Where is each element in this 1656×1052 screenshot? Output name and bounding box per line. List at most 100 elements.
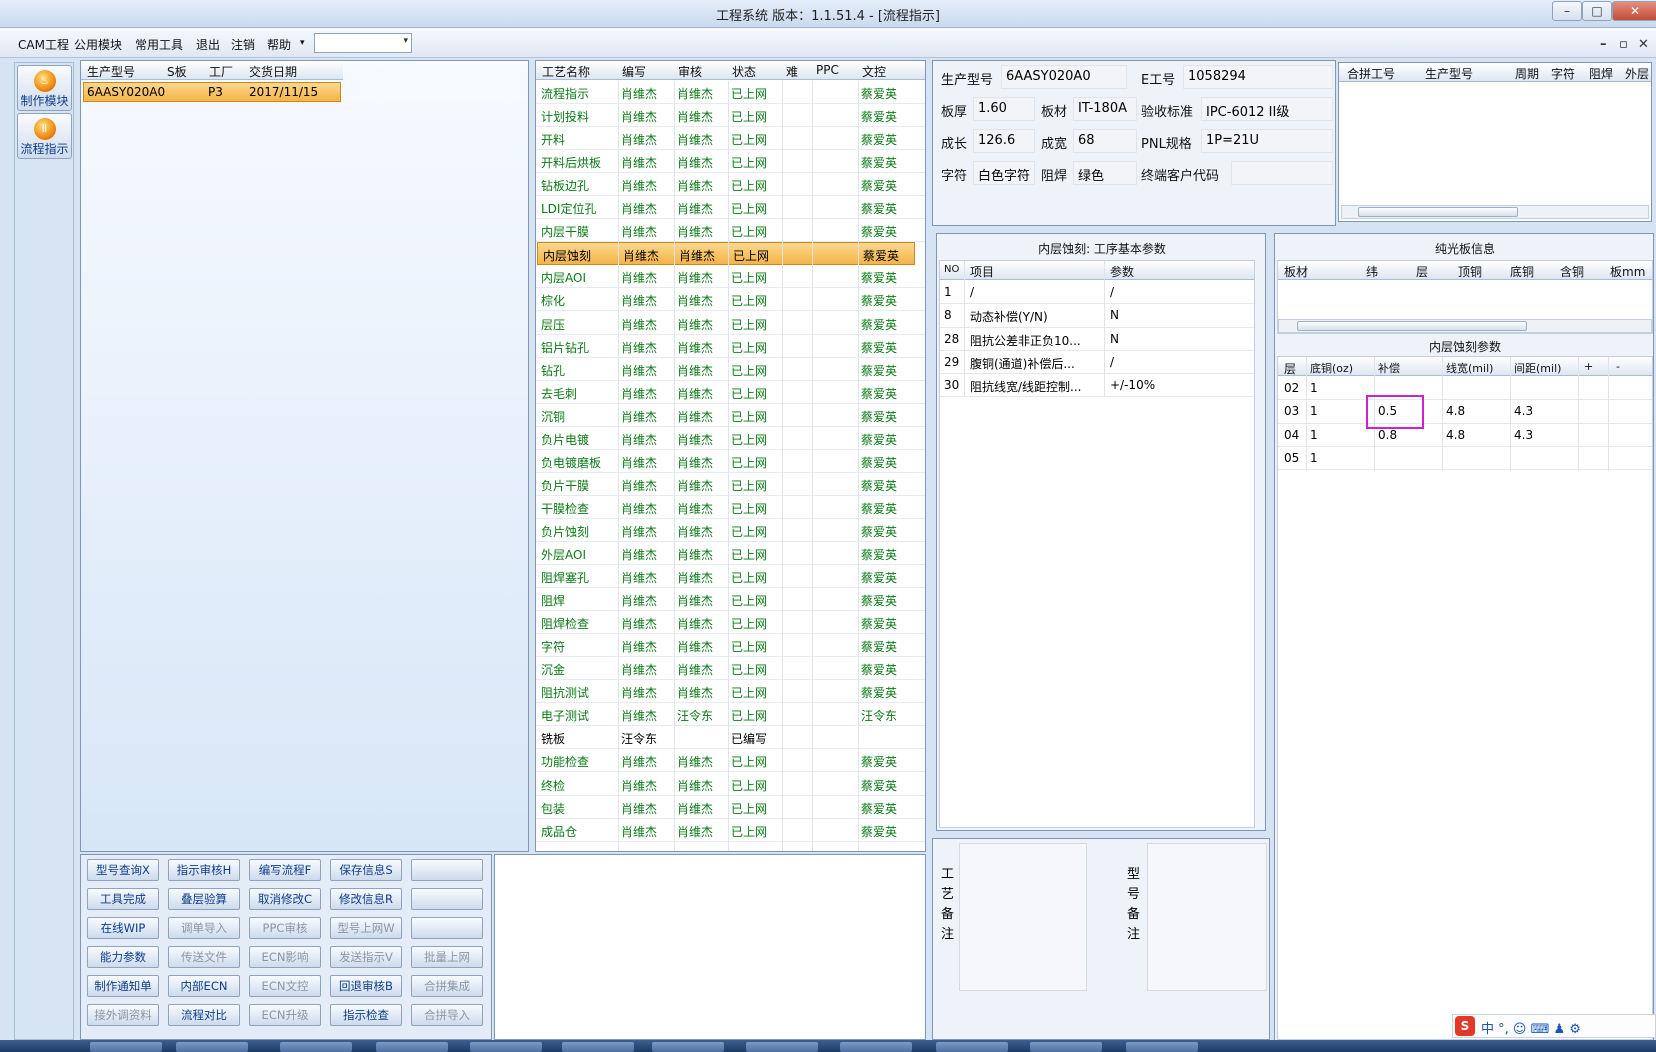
taskbar-item[interactable] <box>470 1042 542 1052</box>
material-field[interactable]: IT-180A <box>1073 97 1137 121</box>
action-button[interactable]: 合拼导入 <box>411 1004 483 1026</box>
table-row[interactable]: 干膜检查 肖维杰 肖维杰 已上网 蔡爱英 <box>536 496 925 519</box>
col-pb-mm[interactable]: 板mm <box>1610 263 1645 280</box>
menu-combo-box[interactable]: ▾ <box>314 33 412 53</box>
maximize-button[interactable]: □ <box>1582 1 1612 21</box>
table-row[interactable]: 钻孔 肖维杰 肖维杰 已上网 蔡爱英 <box>536 358 925 381</box>
taskbar-item[interactable] <box>840 1042 912 1052</box>
table-row[interactable]: 终检 肖维杰 肖维杰 已上网 蔡爱英 <box>536 773 925 796</box>
col-param[interactable]: 参数 <box>1110 263 1134 280</box>
col-etch-plus[interactable]: + <box>1584 360 1593 373</box>
action-button[interactable]: 型号上网W <box>330 917 402 939</box>
table-row[interactable]: 电子测试 肖维杰 汪令东 已上网 汪令东 <box>536 703 925 727</box>
col-merge-model[interactable]: 生产型号 <box>1425 65 1473 82</box>
action-button[interactable] <box>411 859 483 881</box>
col-etch-base-copper[interactable]: 底铜(oz) <box>1310 360 1353 376</box>
chevron-down-icon[interactable]: ▾ <box>403 36 408 46</box>
help-dropdown-icon[interactable]: ▾ <box>300 38 305 48</box>
col-s-board[interactable]: S板 <box>167 63 187 80</box>
col-etch-layer[interactable]: 层 <box>1284 360 1296 377</box>
table-row[interactable]: 02 1 <box>1278 377 1652 401</box>
table-row[interactable]: 阻焊检查 肖维杰 肖维杰 已上网 蔡爱英 <box>536 611 925 635</box>
minimize-button[interactable]: – <box>1552 1 1582 21</box>
taskbar-item[interactable] <box>1030 1042 1102 1052</box>
taskbar-item[interactable] <box>376 1042 448 1052</box>
action-button[interactable]: 内部ECN <box>168 975 240 997</box>
action-button[interactable]: 传送文件 <box>168 946 240 968</box>
action-button[interactable]: 保存信息S <box>330 859 402 881</box>
col-merge-outer[interactable]: 外层 <box>1625 65 1649 82</box>
col-no[interactable]: NO <box>944 264 959 275</box>
col-doc-control[interactable]: 文控 <box>862 63 886 80</box>
table-row[interactable]: 内层干膜 肖维杰 肖维杰 已上网 蔡爱英 <box>536 219 925 243</box>
col-pb-weft[interactable]: 纬 <box>1366 263 1378 280</box>
action-button[interactable]: 工具完成 <box>87 888 159 910</box>
table-row[interactable]: 负片电镀 肖维杰 肖维杰 已上网 蔡爱英 <box>536 427 925 450</box>
eno-field[interactable]: 1058294 <box>1183 65 1333 89</box>
table-row[interactable]: 铝片钻孔 肖维杰 肖维杰 已上网 蔡爱英 <box>536 335 925 358</box>
col-etch-line-width[interactable]: 线宽(mil) <box>1446 360 1493 376</box>
table-row[interactable]: 包装 肖维杰 肖维杰 已上网 蔡爱英 <box>536 796 925 819</box>
table-row[interactable]: 钻板边孔 肖维杰 肖维杰 已上网 蔡爱英 <box>536 173 925 197</box>
length-field[interactable]: 126.6 <box>973 129 1035 153</box>
action-button[interactable]: PPC审核 <box>249 917 321 939</box>
table-row[interactable]: 层压 肖维杰 肖维杰 已上网 蔡爱英 <box>536 312 925 335</box>
table-row[interactable]: 负片干膜 肖维杰 肖维杰 已上网 蔡爱英 <box>536 473 925 496</box>
table-row[interactable]: 铣板 汪令东 已编写 <box>536 726 925 750</box>
table-row[interactable]: 沉铜 肖维杰 肖维杰 已上网 蔡爱英 <box>536 404 925 427</box>
col-pb-bottom-copper[interactable]: 底铜 <box>1510 263 1534 280</box>
table-row[interactable]: 成品仓 肖维杰 肖维杰 已上网 蔡爱英 <box>536 819 925 842</box>
table-row[interactable]: 28 阻抗公差非正负10... N <box>940 328 1254 351</box>
table-row[interactable]: 沉金 肖维杰 肖维杰 已上网 蔡爱英 <box>536 657 925 681</box>
taskbar-item[interactable] <box>90 1042 162 1052</box>
thickness-field[interactable]: 1.60 <box>973 97 1035 121</box>
col-pb-layer[interactable]: 层 <box>1416 263 1428 280</box>
col-item[interactable]: 项目 <box>970 263 994 280</box>
pure-board-scrollbar[interactable] <box>1278 319 1652 333</box>
action-button[interactable]: 调单导入 <box>168 917 240 939</box>
col-ppc[interactable]: PPC <box>816 63 839 77</box>
table-row[interactable]: 计划投料 肖维杰 肖维杰 已上网 蔡爱英 <box>536 104 925 128</box>
scroll-thumb[interactable] <box>1297 321 1527 331</box>
col-merge-mask[interactable]: 阻焊 <box>1589 65 1613 82</box>
table-row[interactable]: 03 1 0.5 4.8 4.3 <box>1278 400 1652 424</box>
col-reviewer[interactable]: 审核 <box>678 63 702 80</box>
taskbar-item[interactable] <box>280 1042 352 1052</box>
table-row[interactable]: 1 / / <box>940 281 1254 305</box>
col-factory[interactable]: 工厂 <box>209 63 233 80</box>
action-button[interactable]: 合拼集成 <box>411 975 483 997</box>
action-button[interactable] <box>411 917 483 939</box>
col-difficulty[interactable]: 难 <box>786 63 798 80</box>
table-row[interactable]: 开料 肖维杰 肖维杰 已上网 蔡爱英 <box>536 127 925 151</box>
menu-cam[interactable]: CAM工程 <box>18 36 69 53</box>
menu-logout[interactable]: 注销 <box>231 36 255 53</box>
action-button[interactable]: 指示审核H <box>168 859 240 881</box>
model-remark-textarea[interactable] <box>1147 843 1267 991</box>
action-button[interactable]: 接外调资料 <box>87 1004 159 1026</box>
action-button[interactable]: 编写流程F <box>249 859 321 881</box>
col-process-name[interactable]: 工艺名称 <box>542 63 590 80</box>
table-row[interactable]: 阻抗测试 肖维杰 肖维杰 已上网 蔡爱英 <box>536 680 925 704</box>
table-row[interactable]: 8 动态补偿(Y/N) N <box>940 304 1254 328</box>
standard-field[interactable]: IPC-6012 II级 <box>1201 97 1333 121</box>
action-button[interactable]: ECN升级 <box>249 1004 321 1026</box>
process-remark-textarea[interactable] <box>959 843 1087 991</box>
action-button[interactable]: 型号查询X <box>87 859 159 881</box>
table-row[interactable]: 功能检查 肖维杰 肖维杰 已上网 蔡爱英 <box>536 749 925 773</box>
col-etch-compensation[interactable]: 补偿 <box>1378 360 1400 376</box>
table-row[interactable]: 流程指示 肖维杰 肖维杰 已上网 蔡爱英 <box>536 81 925 105</box>
col-merge-period[interactable]: 周期 <box>1515 65 1539 82</box>
table-row[interactable]: 阻焊 肖维杰 肖维杰 已上网 蔡爱英 <box>536 588 925 612</box>
make-module-button[interactable]: ♨ 制作模块 <box>17 65 72 111</box>
table-row[interactable]: 负电镀磨板 肖维杰 肖维杰 已上网 蔡爱英 <box>536 450 925 473</box>
action-button[interactable] <box>411 888 483 910</box>
menu-common-tools[interactable]: 常用工具 <box>135 36 183 53</box>
action-button[interactable]: 制作通知单 <box>87 975 159 997</box>
table-row[interactable]: 29 腹铜(通道)补偿后... / <box>940 351 1254 375</box>
soldermask-field[interactable]: 绿色 <box>1073 161 1137 185</box>
close-button[interactable]: ✕ <box>1612 1 1656 21</box>
width-field[interactable]: 68 <box>1073 129 1137 153</box>
table-row[interactable]: 去毛刺 肖维杰 肖维杰 已上网 蔡爱英 <box>536 381 925 404</box>
legend-field[interactable]: 白色字符 <box>973 161 1035 185</box>
col-pb-top-copper[interactable]: 顶铜 <box>1458 263 1482 280</box>
